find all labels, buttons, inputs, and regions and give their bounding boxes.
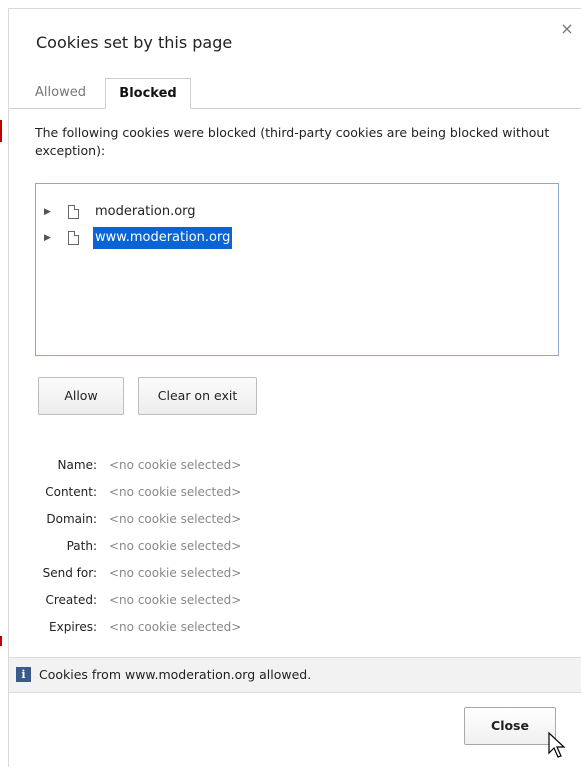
detail-row-domain: Domain: <no cookie selected>: [9, 509, 309, 529]
detail-row-send-for: Send for: <no cookie selected>: [9, 563, 309, 583]
expand-arrow-icon[interactable]: ▶: [44, 201, 51, 223]
expand-arrow-icon[interactable]: ▶: [44, 227, 51, 249]
detail-value: <no cookie selected>: [109, 593, 242, 607]
close-button[interactable]: Close: [464, 707, 556, 745]
tree-item-www-moderation-org[interactable]: ▶ www.moderation.org: [36, 227, 558, 249]
file-icon: [68, 205, 79, 219]
dialog-title: Cookies set by this page: [36, 33, 233, 52]
detail-value: <no cookie selected>: [109, 485, 242, 499]
detail-value: <no cookie selected>: [109, 539, 242, 553]
detail-label: Created:: [45, 593, 97, 607]
detail-row-content: Content: <no cookie selected>: [9, 482, 309, 502]
detail-value: <no cookie selected>: [109, 458, 242, 472]
detail-value: <no cookie selected>: [109, 512, 242, 526]
detail-row-created: Created: <no cookie selected>: [9, 590, 309, 610]
detail-row-expires: Expires: <no cookie selected>: [9, 617, 309, 637]
tree-item-label-selected: www.moderation.org: [93, 227, 233, 249]
tree-item-moderation-org[interactable]: ▶ moderation.org: [36, 201, 558, 223]
detail-row-path: Path: <no cookie selected>: [9, 536, 309, 556]
cookie-tree[interactable]: ▶ moderation.org ▶ www.moderation.org: [35, 183, 559, 356]
clear-on-exit-button[interactable]: Clear on exit: [138, 377, 257, 415]
detail-row-name: Name: <no cookie selected>: [9, 455, 309, 475]
cookies-dialog: × Cookies set by this page Allowed Block…: [8, 8, 581, 767]
allow-button[interactable]: Allow: [38, 377, 124, 415]
blocked-description: The following cookies were blocked (thir…: [35, 125, 550, 158]
detail-label: Expires:: [49, 620, 97, 634]
detail-label: Path:: [66, 539, 97, 553]
info-bar: i Cookies from www.moderation.org allowe…: [9, 657, 581, 693]
detail-label: Domain:: [46, 512, 97, 526]
close-icon[interactable]: ×: [559, 21, 575, 37]
info-message: Cookies from www.moderation.org allowed.: [39, 667, 312, 682]
edge-marker: [0, 120, 2, 142]
info-icon: i: [16, 667, 31, 682]
detail-value: <no cookie selected>: [109, 566, 242, 580]
detail-label: Name:: [57, 458, 97, 472]
detail-value: <no cookie selected>: [109, 620, 242, 634]
tab-blocked[interactable]: Blocked: [105, 78, 191, 109]
detail-label: Send for:: [42, 566, 97, 580]
file-icon: [68, 231, 79, 245]
tab-bar: Allowed Blocked: [9, 72, 581, 109]
mouse-cursor-icon: [548, 731, 566, 758]
tab-allowed[interactable]: Allowed: [25, 78, 96, 108]
detail-label: Content:: [45, 485, 97, 499]
tree-item-label: moderation.org: [95, 204, 196, 219]
edge-marker: [0, 636, 2, 646]
